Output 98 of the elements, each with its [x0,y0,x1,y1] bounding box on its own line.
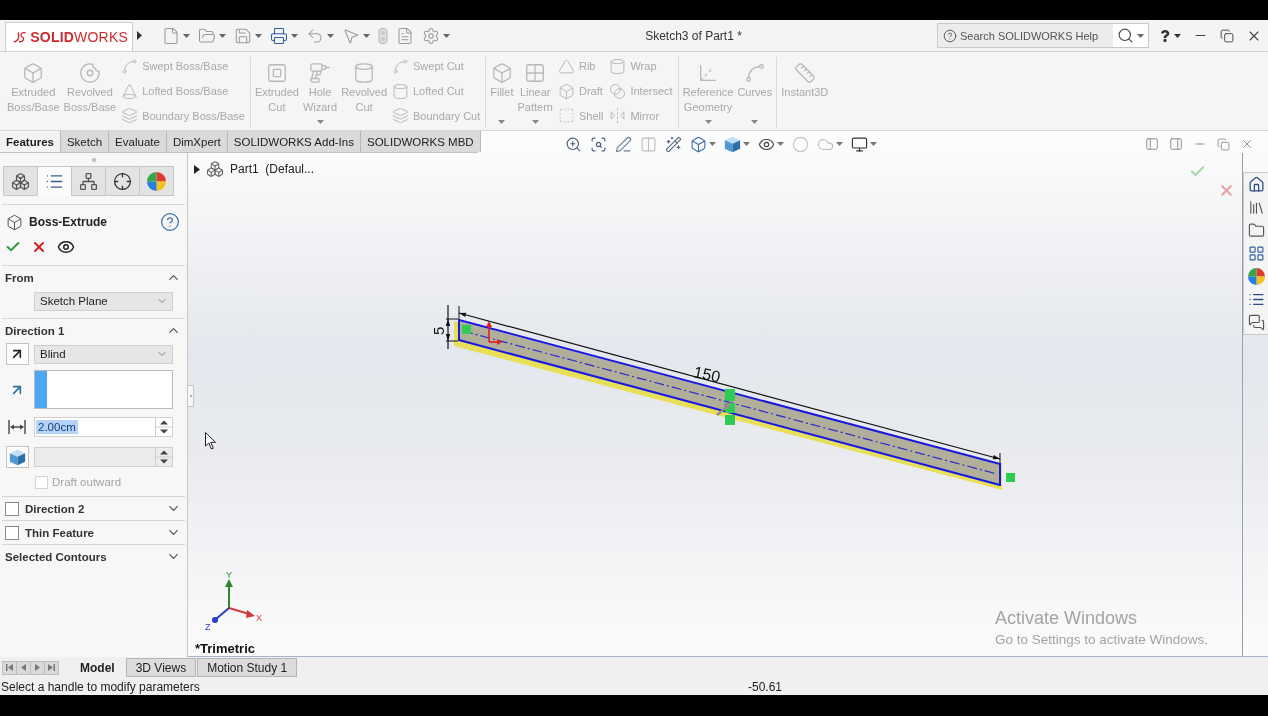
dimension-line[interactable] [458,305,1001,464]
caret-icon[interactable] [255,33,262,38]
eye-icon[interactable] [57,238,75,256]
restore-icon[interactable] [1217,137,1230,151]
caret-icon[interactable] [219,33,226,38]
section-title: From [5,271,35,284]
handle-icon[interactable] [1006,473,1015,482]
dimension-arrow-icon [7,417,27,437]
caret-icon[interactable] [1137,33,1144,38]
panel-right-icon[interactable] [1169,137,1183,151]
question-mark-icon[interactable] [1159,29,1171,42]
tab[interactable]: Features [0,131,61,152]
caret-icon[interactable] [1174,33,1181,38]
search-field[interactable]: Search SOLIDWORKS Help [957,24,1113,47]
search-box[interactable]: Search SOLIDWORKS Help [937,23,1149,48]
library-icon[interactable] [1247,199,1265,216]
pen-icon[interactable] [615,135,632,153]
section-title: Thin Feature [25,526,95,539]
help-icon[interactable] [943,28,957,43]
tab[interactable]: 3D Views [125,658,197,677]
handle-icon[interactable] [462,325,471,334]
grid-icon[interactable] [1247,245,1265,262]
printer-icon[interactable] [270,26,288,45]
search-button[interactable] [1113,24,1148,47]
checkbox[interactable] [5,501,19,516]
zoom-area-icon[interactable] [590,135,607,153]
panel-tab[interactable] [105,166,140,196]
home-icon[interactable] [1247,176,1265,193]
drag-arrow-icon[interactable] [716,402,731,416]
section-title: Direction 2 [25,502,86,515]
folder-icon[interactable] [1247,222,1265,239]
dimension-line[interactable] [445,304,459,350]
selected-text: 2.00cm [36,420,78,434]
search-icon[interactable] [1117,27,1134,44]
axis-label: Y [226,570,232,580]
document-icon[interactable] [396,26,414,45]
pointer-arrow-icon[interactable] [342,26,360,45]
status-reading: -50.61 [748,679,783,694]
spin-field[interactable]: 2.00cm [34,417,173,437]
panel-tab[interactable] [3,166,38,196]
axis-label: X [256,613,262,623]
save-icon[interactable] [234,26,252,45]
checkbox-label: Draft outward [52,476,122,488]
spinner-icon[interactable] [155,418,172,436]
cross-icon[interactable] [31,239,47,255]
splitter-handle[interactable] [188,385,194,407]
logo-text: SOLIDWORKS [30,29,128,45]
chat-icon[interactable] [1247,314,1265,331]
activation-title: Activate Windows [995,608,1139,629]
dropdown[interactable]: Blind [34,344,173,364]
boxes-icon[interactable] [11,171,30,191]
zoom-in-icon[interactable] [565,135,582,153]
caret-icon[interactable] [363,33,370,38]
expand-arrow-icon[interactable] [137,31,142,40]
color-ball-icon[interactable] [1247,268,1265,285]
handle-icon[interactable] [725,389,735,425]
help-icon[interactable] [160,212,180,232]
dimension-label[interactable]: 5 [430,326,447,335]
caret-icon[interactable] [291,33,298,38]
selection-list-field[interactable] [34,370,173,409]
pointer-icon [205,432,217,450]
panel-left-icon[interactable] [1145,137,1159,151]
shaded-cube-icon[interactable] [724,135,741,153]
restore-icon[interactable] [1220,28,1234,43]
wand-icon[interactable] [665,135,682,153]
caret-icon[interactable] [327,33,334,38]
window-title: Sketch3 of Part1 * [644,28,743,43]
color-ball-icon[interactable] [147,171,166,191]
panel-title: Boss-Extrude [29,215,109,229]
tab[interactable]: Model [70,658,125,677]
dimension-label[interactable]: 150 [692,363,722,386]
panel-tab[interactable] [71,166,106,196]
caret-icon[interactable] [183,33,190,38]
cube-icon [6,213,23,231]
monitor-icon[interactable] [851,135,868,153]
dropdown[interactable]: Sketch Plane [34,291,173,311]
axis-label: Z [205,622,211,632]
settings-icon[interactable] [422,26,440,45]
file-icon[interactable] [162,26,180,45]
grip-icon[interactable] [91,157,96,162]
list-icon[interactable] [1247,291,1265,308]
view-name: *Trimetric [195,641,255,656]
section-title: Direction 1 [5,324,66,337]
logo-tab[interactable]: SOLIDWORKS [5,22,133,51]
checkbox[interactable] [5,525,19,540]
origin-icon [486,321,502,345]
status-message: Select a handle to modify parameters [0,679,200,694]
axis-triad [212,579,255,623]
expand-triangle-icon[interactable] [194,164,200,174]
tab[interactable]: Motion Study 1 [197,658,298,677]
crosshair-icon[interactable] [113,171,132,191]
part-icon[interactable] [206,160,224,178]
section-title: Selected Contours [5,550,108,563]
cube-icon[interactable] [690,135,707,153]
network-icon[interactable] [79,171,98,191]
activation-message: Go to Settings to activate Windows. [995,632,1209,647]
caret-icon[interactable] [443,33,450,38]
tree-item[interactable]: Part1 (Defaul... [230,162,315,176]
